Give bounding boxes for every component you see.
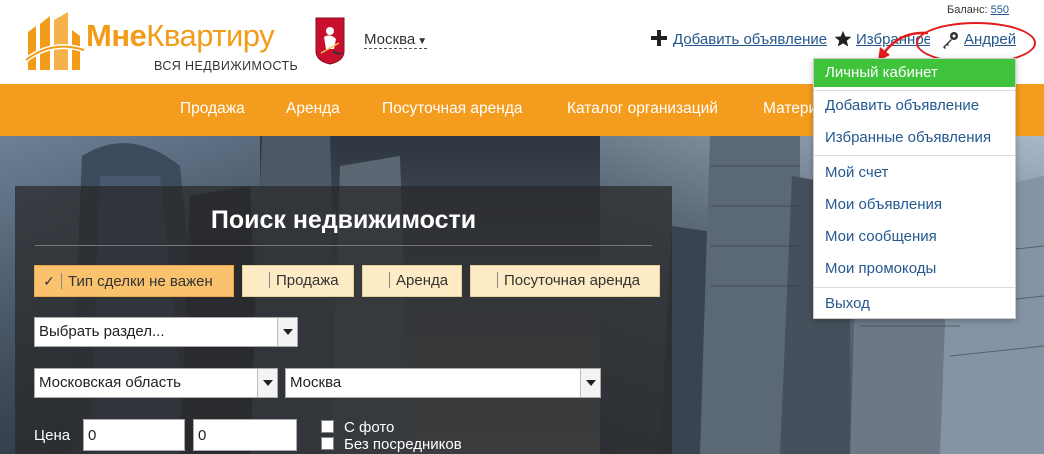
balance: Баланс: 550	[947, 4, 1009, 16]
menu-item-my-listings[interactable]: Мои объявления	[814, 190, 1015, 220]
menu-item-my-messages[interactable]: Мои сообщения	[814, 222, 1015, 252]
moscow-coat-of-arms-icon	[315, 17, 345, 65]
menu-item-logout[interactable]: Выход	[814, 289, 1015, 319]
nav-item-catalog[interactable]: Каталог организаций	[567, 100, 718, 118]
logo-subtitle: ВСЯ НЕДВИЖИМОСТЬ	[154, 59, 299, 73]
deal-type-daily-button[interactable]: Посуточная аренда	[470, 265, 660, 297]
price-from-input[interactable]	[83, 419, 185, 451]
menu-item-my-account[interactable]: Мой счет	[814, 158, 1015, 188]
menu-item-add-listing[interactable]: Добавить объявление	[814, 91, 1015, 121]
section-select[interactable]: Выбрать раздел...	[34, 317, 298, 347]
deal-type-any-button[interactable]: ✓ Тип сделки не важен	[34, 265, 234, 297]
region-select[interactable]: Московская область	[34, 368, 278, 398]
dropdown-arrow-icon	[580, 369, 600, 397]
city-select[interactable]: Москва	[285, 368, 601, 398]
menu-item-account[interactable]: Личный кабинет	[814, 59, 1015, 87]
with-photo-option[interactable]: С фото	[321, 419, 394, 436]
with-photo-checkbox[interactable]	[321, 420, 334, 433]
balance-link[interactable]: 550	[991, 4, 1009, 16]
price-label: Цена	[34, 427, 71, 444]
menu-item-my-promocodes[interactable]: Мои промокоды	[814, 254, 1015, 284]
menu-separator	[814, 287, 1015, 288]
user-dropdown-menu: Личный кабинет Добавить объявление Избра…	[813, 58, 1016, 319]
nav-item-sale[interactable]: Продажа	[180, 100, 245, 118]
star-icon	[834, 30, 852, 47]
deal-type-rent-button[interactable]: Аренда	[362, 265, 462, 297]
nav-item-daily-rent[interactable]: Посуточная аренда	[382, 100, 523, 118]
no-agents-option[interactable]: Без посредников	[321, 436, 462, 453]
logo-title: МнеКвартиру	[86, 18, 275, 53]
nav-item-rent[interactable]: Аренда	[286, 100, 340, 118]
no-agents-checkbox[interactable]	[321, 437, 334, 450]
deal-type-sale-button[interactable]: Продажа	[242, 265, 354, 297]
checkmark-icon: ✓	[43, 273, 55, 289]
menu-separator	[814, 155, 1015, 156]
search-title: Поиск недвижимости	[210, 206, 477, 234]
caret-down-icon: ▼	[417, 36, 428, 47]
building-logo-icon	[24, 12, 85, 70]
search-panel: Поиск недвижимости ✓ Тип сделки не важен …	[15, 186, 672, 454]
plus-icon	[650, 29, 668, 47]
price-to-input[interactable]	[193, 419, 297, 451]
divider	[35, 245, 652, 246]
dropdown-arrow-icon	[257, 369, 277, 397]
dropdown-arrow-icon	[277, 318, 297, 346]
site-logo[interactable]: МнеКвартиру ВСЯ НЕДВИЖИМОСТЬ	[22, 10, 322, 73]
add-listing-link[interactable]: Добавить объявление	[673, 31, 827, 48]
city-selector[interactable]: Москва ▼	[364, 31, 428, 49]
menu-item-favorites[interactable]: Избранные объявления	[814, 123, 1015, 153]
